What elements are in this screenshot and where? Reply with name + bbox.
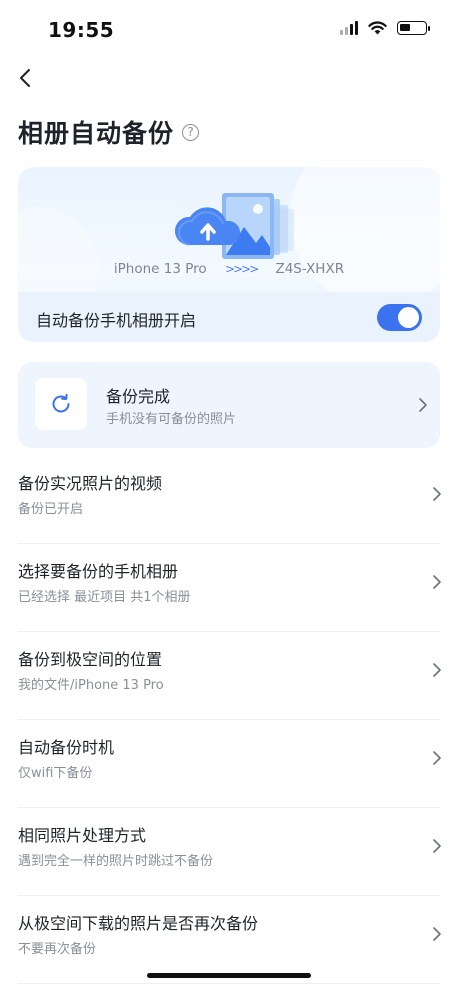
source-device-label: iPhone 13 Pro	[113, 261, 207, 277]
backup-status-card[interactable]: 备份完成 手机没有可备份的照片	[18, 362, 440, 448]
setting-title: 从极空间下载的照片是否再次备份	[18, 914, 259, 933]
setting-backup-timing[interactable]: 自动备份时机 仅wifi下备份	[18, 720, 441, 808]
setting-select-albums[interactable]: 选择要备份的手机相册 已经选择 最近项目 共1个相册	[18, 544, 441, 632]
auto-backup-toggle[interactable]	[377, 304, 422, 331]
help-icon[interactable]: ?	[182, 123, 200, 141]
wifi-icon	[368, 21, 387, 35]
setting-redownload-backup[interactable]: 从极空间下载的照片是否再次备份 不要再次备份	[18, 896, 441, 984]
cellular-signal-icon	[340, 21, 358, 35]
backup-status-title: 备份完成	[106, 387, 171, 406]
chevron-right-icon	[433, 575, 441, 589]
device-transfer-row: iPhone 13 Pro >>>> Z4S-XHXR	[18, 261, 440, 277]
target-device-label: Z4S-XHXR	[275, 261, 345, 277]
setting-value: 备份已开启	[18, 502, 84, 517]
setting-title: 备份到极空间的位置	[18, 650, 163, 669]
setting-value: 已经选择 最近项目 共1个相册	[18, 590, 191, 605]
setting-title: 自动备份时机	[18, 738, 115, 757]
auto-backup-toggle-row: 自动备份手机相册开启	[18, 292, 440, 342]
home-indicator[interactable]	[147, 973, 311, 978]
setting-value: 不要再次备份	[18, 942, 97, 957]
transfer-arrows-icon: >>>>	[224, 262, 259, 276]
setting-backup-location[interactable]: 备份到极空间的位置 我的文件/iPhone 13 Pro	[18, 632, 441, 720]
setting-title: 备份实况照片的视频	[18, 474, 163, 493]
backup-status-subtitle: 手机没有可备份的照片	[106, 412, 237, 427]
auto-backup-toggle-label: 自动备份手机相册开启	[36, 311, 197, 330]
chevron-right-icon	[433, 839, 441, 853]
settings-list: 备份实况照片的视频 备份已开启 选择要备份的手机相册 已经选择 最近项目 共1个…	[0, 456, 457, 984]
chevron-right-icon	[433, 663, 441, 677]
backup-hero-card: iPhone 13 Pro >>>> Z4S-XHXR 自动备份手机相册开启	[18, 167, 440, 342]
setting-value: 仅wifi下备份	[18, 766, 93, 781]
chevron-right-icon	[433, 927, 441, 941]
chevron-right-icon	[433, 487, 441, 501]
page-title: 相册自动备份	[18, 119, 175, 148]
chevron-right-icon	[433, 751, 441, 765]
setting-title: 选择要备份的手机相册	[18, 562, 179, 581]
cloud-photo-upload-illustration	[174, 193, 294, 259]
status-bar: 19:55	[0, 0, 457, 56]
chevron-left-icon	[20, 69, 30, 87]
refresh-button[interactable]	[35, 378, 87, 430]
setting-duplicate-handling[interactable]: 相同照片处理方式 遇到完全一样的照片时跳过不备份	[18, 808, 441, 896]
battery-icon	[397, 21, 430, 35]
title-row: 相册自动备份 ?	[18, 114, 200, 150]
status-time: 19:55	[48, 18, 115, 42]
setting-live-photo-video[interactable]: 备份实况照片的视频 备份已开启	[18, 456, 441, 544]
chevron-right-icon	[419, 398, 427, 412]
status-icons	[340, 21, 430, 35]
refresh-icon	[52, 393, 70, 413]
setting-value: 我的文件/iPhone 13 Pro	[18, 678, 164, 693]
back-button[interactable]	[14, 64, 42, 92]
setting-value: 遇到完全一样的照片时跳过不备份	[18, 854, 214, 869]
setting-title: 相同照片处理方式	[18, 826, 147, 845]
toggle-knob	[398, 307, 419, 328]
